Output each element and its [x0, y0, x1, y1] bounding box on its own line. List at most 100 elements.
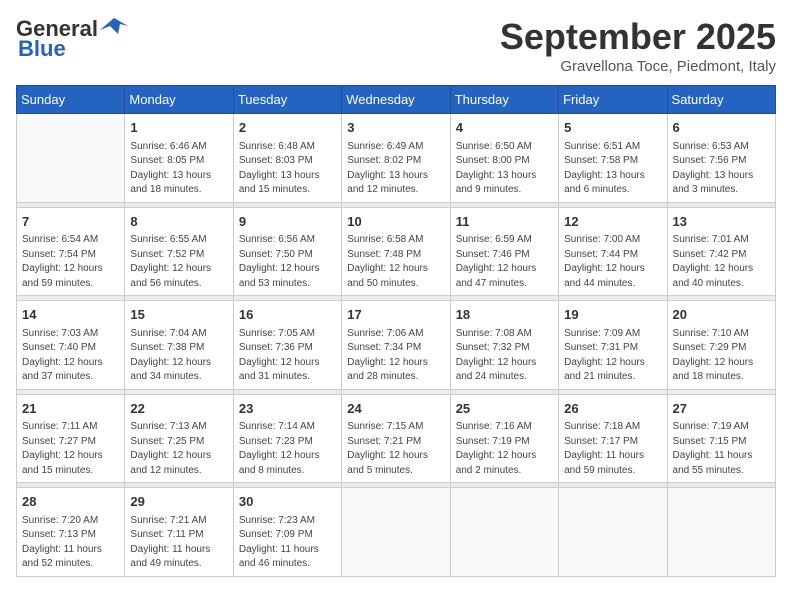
day-number: 11	[456, 212, 553, 232]
day-number: 8	[130, 212, 227, 232]
day-number: 28	[22, 492, 119, 512]
day-number: 24	[347, 399, 444, 419]
calendar-cell: 9Sunrise: 6:56 AM Sunset: 7:50 PM Daylig…	[233, 207, 341, 296]
day-info: Sunrise: 6:54 AM Sunset: 7:54 PM Dayligh…	[22, 233, 119, 291]
calendar-cell: 20Sunrise: 7:10 AM Sunset: 7:29 PM Dayli…	[667, 301, 775, 390]
calendar-cell: 7Sunrise: 6:54 AM Sunset: 7:54 PM Daylig…	[17, 207, 125, 296]
calendar-cell	[559, 488, 667, 577]
calendar-cell: 3Sunrise: 6:49 AM Sunset: 8:02 PM Daylig…	[342, 114, 450, 203]
calendar-cell: 18Sunrise: 7:08 AM Sunset: 7:32 PM Dayli…	[450, 301, 558, 390]
calendar-cell: 1Sunrise: 6:46 AM Sunset: 8:05 PM Daylig…	[125, 114, 233, 203]
day-info: Sunrise: 6:58 AM Sunset: 7:48 PM Dayligh…	[347, 233, 444, 291]
day-info: Sunrise: 7:05 AM Sunset: 7:36 PM Dayligh…	[239, 327, 336, 385]
weekday-header: Monday	[125, 86, 233, 114]
day-number: 5	[564, 118, 661, 138]
calendar-cell: 26Sunrise: 7:18 AM Sunset: 7:17 PM Dayli…	[559, 394, 667, 483]
weekday-header: Wednesday	[342, 86, 450, 114]
calendar-cell: 5Sunrise: 6:51 AM Sunset: 7:58 PM Daylig…	[559, 114, 667, 203]
day-info: Sunrise: 7:14 AM Sunset: 7:23 PM Dayligh…	[239, 420, 336, 478]
calendar-cell: 15Sunrise: 7:04 AM Sunset: 7:38 PM Dayli…	[125, 301, 233, 390]
day-number: 20	[673, 305, 770, 325]
calendar-cell: 10Sunrise: 6:58 AM Sunset: 7:48 PM Dayli…	[342, 207, 450, 296]
day-number: 18	[456, 305, 553, 325]
calendar-week-row: 21Sunrise: 7:11 AM Sunset: 7:27 PM Dayli…	[17, 394, 776, 483]
logo: General Blue	[16, 16, 128, 62]
calendar-cell: 6Sunrise: 6:53 AM Sunset: 7:56 PM Daylig…	[667, 114, 775, 203]
calendar-cell: 22Sunrise: 7:13 AM Sunset: 7:25 PM Dayli…	[125, 394, 233, 483]
calendar-cell: 24Sunrise: 7:15 AM Sunset: 7:21 PM Dayli…	[342, 394, 450, 483]
calendar-cell: 21Sunrise: 7:11 AM Sunset: 7:27 PM Dayli…	[17, 394, 125, 483]
calendar-cell: 25Sunrise: 7:16 AM Sunset: 7:19 PM Dayli…	[450, 394, 558, 483]
title-block: September 2025 Gravellona Toce, Piedmont…	[500, 16, 776, 75]
day-number: 17	[347, 305, 444, 325]
calendar-cell: 30Sunrise: 7:23 AM Sunset: 7:09 PM Dayli…	[233, 488, 341, 577]
calendar-cell	[667, 488, 775, 577]
day-info: Sunrise: 6:48 AM Sunset: 8:03 PM Dayligh…	[239, 140, 336, 198]
day-number: 10	[347, 212, 444, 232]
day-info: Sunrise: 7:16 AM Sunset: 7:19 PM Dayligh…	[456, 420, 553, 478]
calendar-week-row: 1Sunrise: 6:46 AM Sunset: 8:05 PM Daylig…	[17, 114, 776, 203]
day-number: 13	[673, 212, 770, 232]
day-info: Sunrise: 7:04 AM Sunset: 7:38 PM Dayligh…	[130, 327, 227, 385]
location-subtitle: Gravellona Toce, Piedmont, Italy	[500, 58, 776, 75]
calendar-cell: 13Sunrise: 7:01 AM Sunset: 7:42 PM Dayli…	[667, 207, 775, 296]
day-info: Sunrise: 6:56 AM Sunset: 7:50 PM Dayligh…	[239, 233, 336, 291]
day-info: Sunrise: 7:15 AM Sunset: 7:21 PM Dayligh…	[347, 420, 444, 478]
day-info: Sunrise: 7:06 AM Sunset: 7:34 PM Dayligh…	[347, 327, 444, 385]
day-info: Sunrise: 7:20 AM Sunset: 7:13 PM Dayligh…	[22, 514, 119, 572]
day-info: Sunrise: 6:53 AM Sunset: 7:56 PM Dayligh…	[673, 140, 770, 198]
day-info: Sunrise: 6:51 AM Sunset: 7:58 PM Dayligh…	[564, 140, 661, 198]
calendar-cell: 19Sunrise: 7:09 AM Sunset: 7:31 PM Dayli…	[559, 301, 667, 390]
calendar-cell	[450, 488, 558, 577]
logo-blue: Blue	[16, 36, 66, 62]
day-info: Sunrise: 7:21 AM Sunset: 7:11 PM Dayligh…	[130, 514, 227, 572]
page-header: General Blue September 2025 Gravellona T…	[16, 16, 776, 75]
day-number: 6	[673, 118, 770, 138]
day-info: Sunrise: 7:18 AM Sunset: 7:17 PM Dayligh…	[564, 420, 661, 478]
calendar-cell: 12Sunrise: 7:00 AM Sunset: 7:44 PM Dayli…	[559, 207, 667, 296]
weekday-header: Friday	[559, 86, 667, 114]
day-info: Sunrise: 6:50 AM Sunset: 8:00 PM Dayligh…	[456, 140, 553, 198]
day-number: 4	[456, 118, 553, 138]
day-number: 16	[239, 305, 336, 325]
day-info: Sunrise: 7:08 AM Sunset: 7:32 PM Dayligh…	[456, 327, 553, 385]
day-info: Sunrise: 6:46 AM Sunset: 8:05 PM Dayligh…	[130, 140, 227, 198]
day-number: 15	[130, 305, 227, 325]
day-info: Sunrise: 7:11 AM Sunset: 7:27 PM Dayligh…	[22, 420, 119, 478]
calendar-cell: 27Sunrise: 7:19 AM Sunset: 7:15 PM Dayli…	[667, 394, 775, 483]
weekday-header: Saturday	[667, 86, 775, 114]
day-number: 23	[239, 399, 336, 419]
day-info: Sunrise: 6:55 AM Sunset: 7:52 PM Dayligh…	[130, 233, 227, 291]
logo-bird-icon	[100, 16, 128, 38]
day-info: Sunrise: 7:00 AM Sunset: 7:44 PM Dayligh…	[564, 233, 661, 291]
weekday-header: Sunday	[17, 86, 125, 114]
day-number: 30	[239, 492, 336, 512]
day-info: Sunrise: 7:09 AM Sunset: 7:31 PM Dayligh…	[564, 327, 661, 385]
calendar-cell: 8Sunrise: 6:55 AM Sunset: 7:52 PM Daylig…	[125, 207, 233, 296]
calendar-cell: 29Sunrise: 7:21 AM Sunset: 7:11 PM Dayli…	[125, 488, 233, 577]
calendar-cell	[17, 114, 125, 203]
calendar-week-row: 14Sunrise: 7:03 AM Sunset: 7:40 PM Dayli…	[17, 301, 776, 390]
calendar-cell: 16Sunrise: 7:05 AM Sunset: 7:36 PM Dayli…	[233, 301, 341, 390]
day-info: Sunrise: 7:19 AM Sunset: 7:15 PM Dayligh…	[673, 420, 770, 478]
weekday-header: Tuesday	[233, 86, 341, 114]
day-number: 7	[22, 212, 119, 232]
day-number: 14	[22, 305, 119, 325]
day-number: 1	[130, 118, 227, 138]
day-info: Sunrise: 7:10 AM Sunset: 7:29 PM Dayligh…	[673, 327, 770, 385]
day-number: 12	[564, 212, 661, 232]
day-number: 3	[347, 118, 444, 138]
calendar-cell: 11Sunrise: 6:59 AM Sunset: 7:46 PM Dayli…	[450, 207, 558, 296]
day-number: 19	[564, 305, 661, 325]
day-info: Sunrise: 6:49 AM Sunset: 8:02 PM Dayligh…	[347, 140, 444, 198]
calendar-cell: 4Sunrise: 6:50 AM Sunset: 8:00 PM Daylig…	[450, 114, 558, 203]
day-info: Sunrise: 7:03 AM Sunset: 7:40 PM Dayligh…	[22, 327, 119, 385]
day-number: 27	[673, 399, 770, 419]
day-number: 26	[564, 399, 661, 419]
day-info: Sunrise: 7:13 AM Sunset: 7:25 PM Dayligh…	[130, 420, 227, 478]
calendar-cell: 28Sunrise: 7:20 AM Sunset: 7:13 PM Dayli…	[17, 488, 125, 577]
calendar-cell: 17Sunrise: 7:06 AM Sunset: 7:34 PM Dayli…	[342, 301, 450, 390]
calendar-cell: 14Sunrise: 7:03 AM Sunset: 7:40 PM Dayli…	[17, 301, 125, 390]
day-number: 9	[239, 212, 336, 232]
month-title: September 2025	[500, 16, 776, 58]
